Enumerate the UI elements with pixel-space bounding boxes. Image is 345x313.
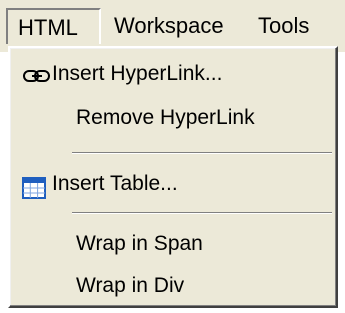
menu-workspace[interactable]: Workspace (104, 8, 234, 44)
wrap-div-label: Wrap in Div (76, 274, 185, 297)
menu-item-wrap-span[interactable]: Wrap in Span (14, 224, 332, 264)
link-icon (22, 62, 52, 86)
table-icon (22, 173, 46, 199)
menu-html[interactable]: HTML (6, 8, 101, 44)
menu-bar: HTML Workspace Tools (0, 0, 345, 52)
menu-separator (72, 212, 332, 214)
wrap-span-label: Wrap in Span (76, 232, 203, 255)
menu-item-remove-hyperlink[interactable]: Remove HyperLink (14, 98, 332, 138)
remove-hyperlink-label: Remove HyperLink (76, 106, 255, 129)
menu-tools[interactable]: Tools (248, 8, 319, 44)
insert-hyperlink-label: Insert HyperLink... (52, 62, 223, 85)
menu-separator (72, 152, 332, 154)
menu-item-insert-hyperlink[interactable]: Insert HyperLink... (14, 54, 332, 94)
insert-table-label: Insert Table... (52, 172, 178, 195)
html-dropdown-menu: Insert HyperLink... Remove HyperLink Ins… (8, 46, 338, 308)
menu-item-wrap-div[interactable]: Wrap in Div (14, 266, 332, 306)
menu-item-insert-table[interactable]: Insert Table... (14, 164, 332, 204)
